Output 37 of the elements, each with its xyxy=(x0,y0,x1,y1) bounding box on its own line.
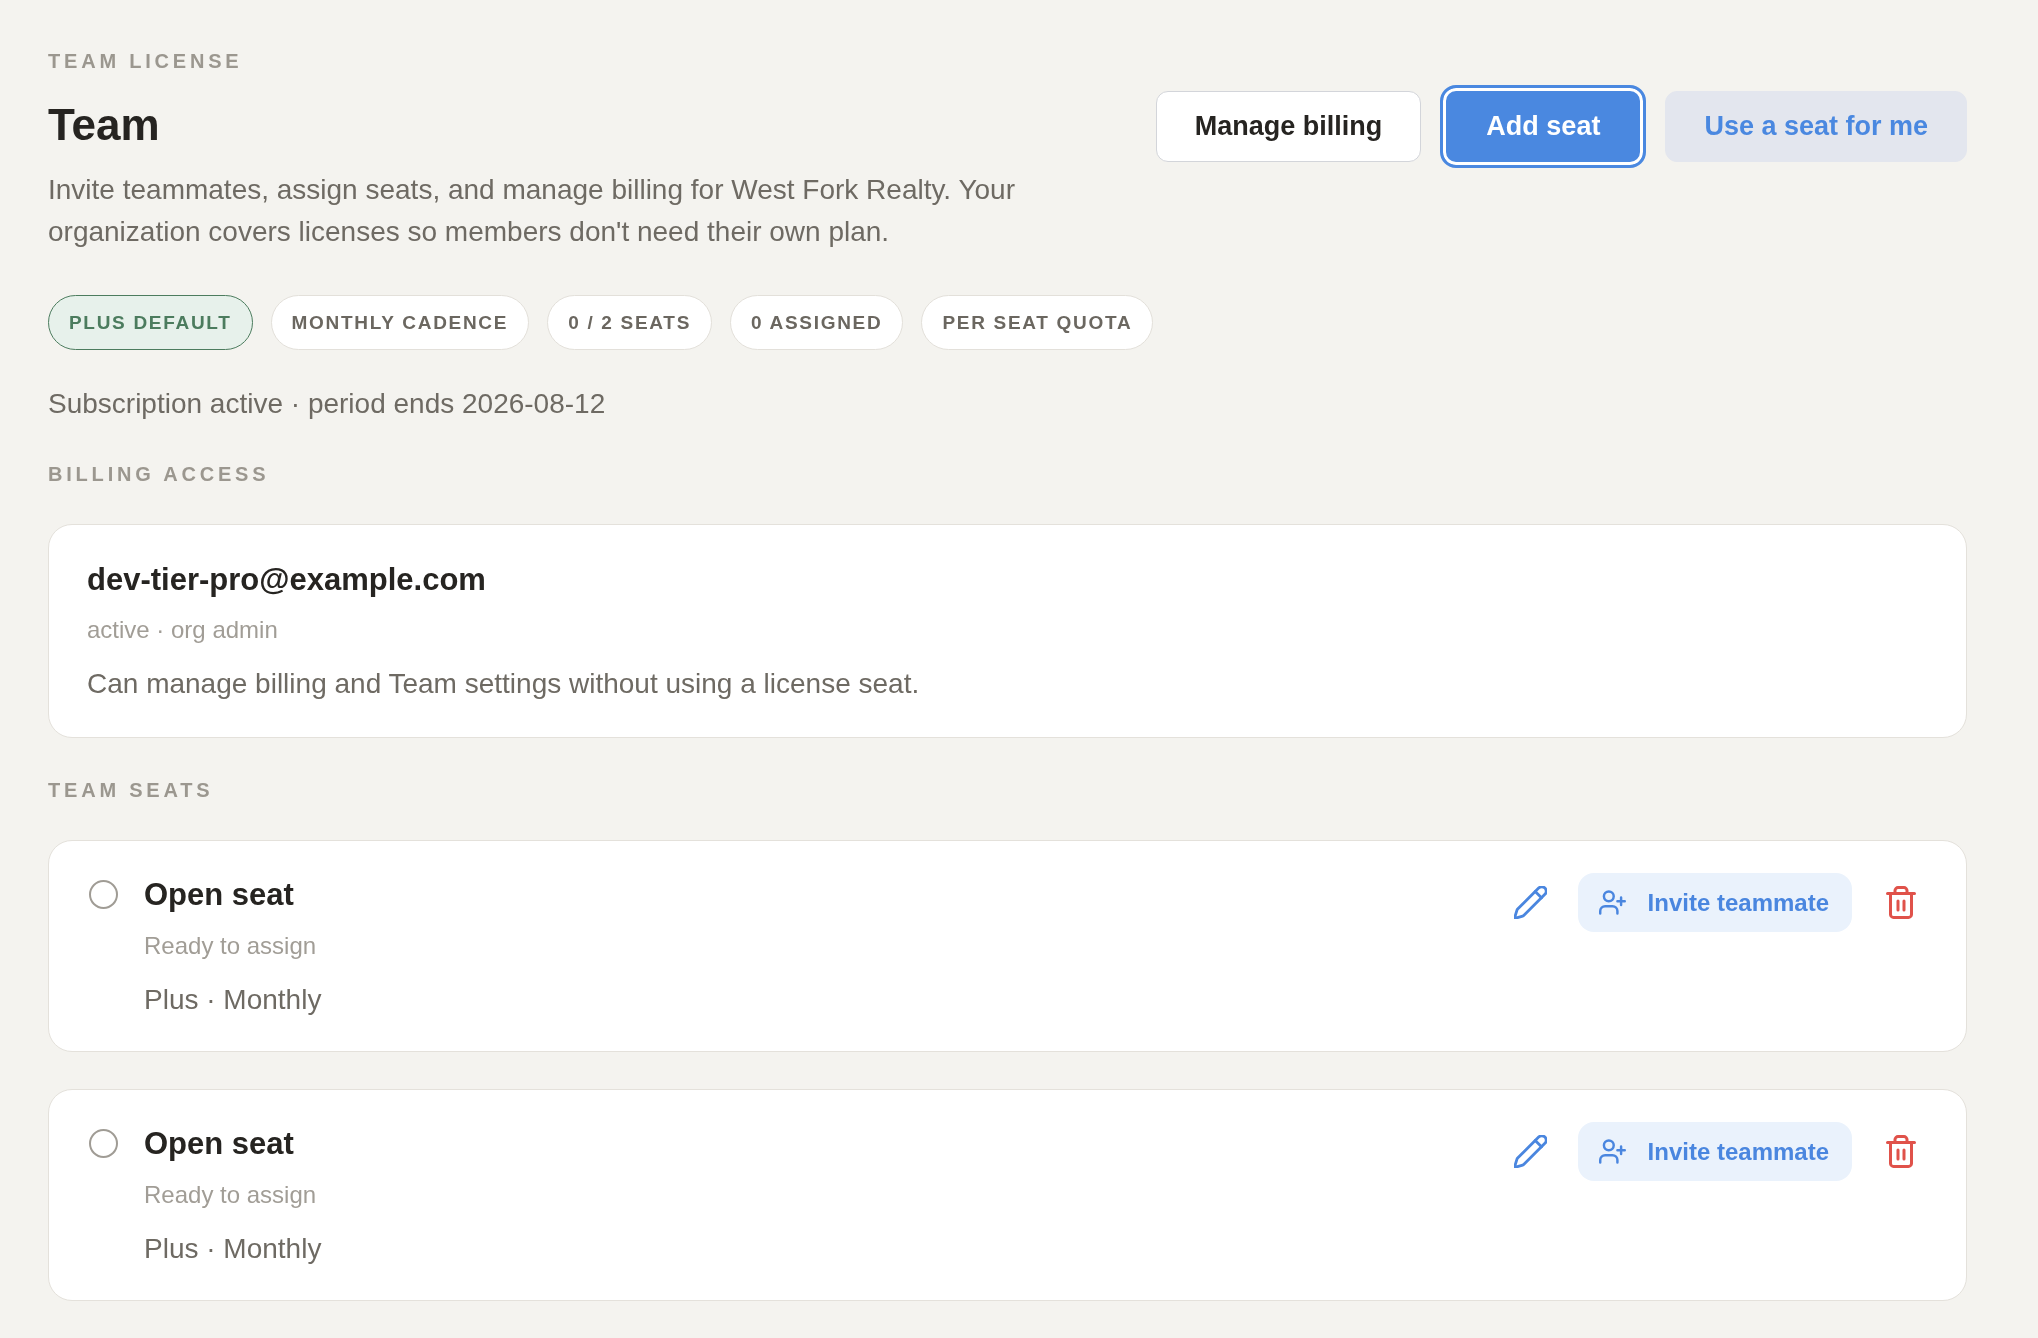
page-description: Invite teammates, assign seats, and manage billing for West Fork Realty. Your organization covers licenses so members don't need their own plan. xyxy=(48,173,1016,249)
trash-icon xyxy=(1886,886,1916,919)
person-plus-icon xyxy=(1598,1139,1626,1164)
section-label: BILLING ACCESS xyxy=(48,462,271,486)
radio-button[interactable] xyxy=(89,1129,118,1158)
delete-button[interactable] xyxy=(1886,886,1916,919)
subscription-status: Subscription active · period ends 2026-08-12 xyxy=(48,387,607,421)
person-plus-icon xyxy=(1598,890,1626,915)
use-seat-button[interactable]: Use a seat for me xyxy=(1665,91,1967,162)
account-email: dev-tier-pro@example.com xyxy=(87,562,487,598)
seat-title: Open seat xyxy=(144,876,295,914)
info-chip: MONTHLY CADENCE xyxy=(270,295,530,350)
invite-button[interactable]: Invite teammate xyxy=(1577,873,1852,932)
edit-button[interactable] xyxy=(1513,886,1547,919)
info-chip: PLUS DEFAULT xyxy=(48,295,253,350)
seat-plan: Plus · Monthly xyxy=(144,983,323,1017)
radio-button[interactable] xyxy=(89,880,118,909)
manage-billing-button[interactable]: Manage billing xyxy=(1155,91,1422,162)
info-chip: PER SEAT QUOTA xyxy=(921,295,1154,350)
pencil-icon xyxy=(1513,886,1547,919)
section-label: TEAM SEATS xyxy=(48,778,215,802)
invite-button[interactable]: Invite teammate xyxy=(1577,1122,1852,1181)
info-chip: 0 / 2 SEATS xyxy=(547,295,713,350)
add-seat-button[interactable]: Add seat xyxy=(1440,85,1647,168)
edit-button[interactable] xyxy=(1513,1135,1547,1168)
account-note: Can manage billing and Team settings without using a license seat. xyxy=(87,667,921,701)
seat-plan: Plus · Monthly xyxy=(144,1232,323,1266)
seat-status: Ready to assign xyxy=(144,1180,318,1210)
seat-status: Ready to assign xyxy=(144,931,318,961)
trash-icon xyxy=(1886,1135,1916,1168)
pencil-icon xyxy=(1513,1135,1547,1168)
account-meta: active · org admin xyxy=(87,615,279,645)
page-title: Team xyxy=(48,99,161,151)
section-eyebrow: TEAM LICENSE xyxy=(48,49,244,73)
info-chip: 0 ASSIGNED xyxy=(730,295,904,350)
delete-button[interactable] xyxy=(1886,1135,1916,1168)
seat-title: Open seat xyxy=(144,1125,295,1163)
